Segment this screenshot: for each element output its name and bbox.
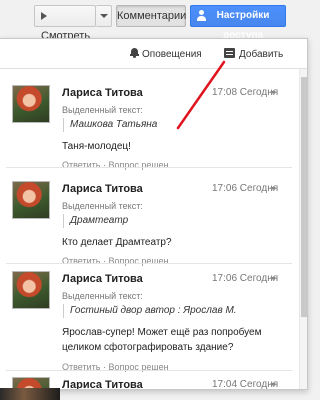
annotation-line: [176, 60, 226, 130]
annotation-arrow: [176, 60, 226, 130]
background-thumbnail-strip: [0, 388, 60, 400]
